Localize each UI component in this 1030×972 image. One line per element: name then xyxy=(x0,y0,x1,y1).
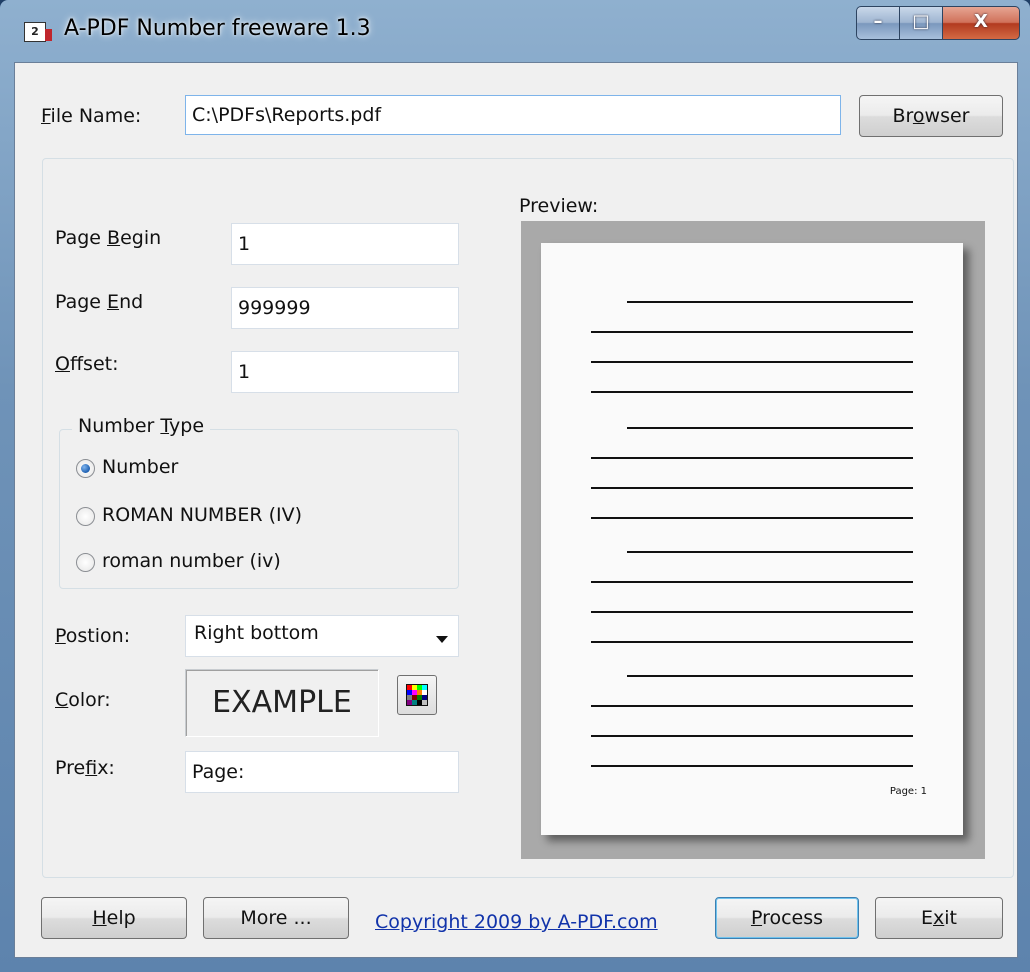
prefix-mnemonic: f xyxy=(85,757,98,779)
process-button[interactable]: Process xyxy=(715,897,859,939)
preview-page: Page: 1 xyxy=(541,243,963,835)
position-label-text: ostion: xyxy=(65,625,131,647)
copyright-link[interactable]: Copyright 2009 by A-PDF.com xyxy=(375,911,658,933)
color-example-preview: EXAMPLE xyxy=(185,669,379,737)
color-label-text: olor: xyxy=(68,689,111,711)
exit-mnemonic: x xyxy=(933,907,945,929)
preview-text-line xyxy=(591,735,913,737)
preview-text-line xyxy=(591,765,913,767)
browser-button[interactable]: Browser xyxy=(859,95,1003,137)
minimize-icon: – xyxy=(873,11,883,32)
help-mnemonic: H xyxy=(92,907,107,929)
number-type-legend-b: ype xyxy=(169,415,205,437)
browser-button-text-a: Br xyxy=(892,105,913,127)
exit-button-text-b: it xyxy=(944,907,957,929)
window-title: A-PDF Number freeware 1.3 xyxy=(64,16,371,41)
offset-input[interactable] xyxy=(231,351,459,393)
page-end-label-b: nd xyxy=(119,291,144,313)
app-icon: 2 xyxy=(24,22,52,42)
page-begin-label-b: egin xyxy=(120,227,162,249)
page-begin-label-a: Page xyxy=(55,227,108,249)
preview-text-line xyxy=(627,675,913,677)
radio-roman-lower-label: roman number (iv) xyxy=(102,550,281,572)
preview-text-line xyxy=(591,705,913,707)
preview-page-number: Page: 1 xyxy=(889,786,927,797)
close-icon: X xyxy=(974,11,988,32)
preview-text-line xyxy=(591,457,913,459)
number-type-group: Number Type Number ROMAN NUMBER (IV) rom… xyxy=(59,415,459,589)
preview-text-line xyxy=(591,641,913,643)
preview-text-line xyxy=(591,581,913,583)
maximize-button[interactable]: □ xyxy=(899,6,943,40)
prefix-label: Prefix: xyxy=(55,757,115,779)
preview-label: Preview: xyxy=(519,195,599,217)
page-begin-label: Page Begin xyxy=(55,227,161,249)
offset-mnemonic: O xyxy=(55,353,70,375)
preview-text-line xyxy=(591,487,913,489)
page-end-label-a: Page xyxy=(55,291,108,313)
process-mnemonic: P xyxy=(750,907,763,929)
page-end-mnemonic: E xyxy=(107,291,120,313)
preview-text-line xyxy=(591,361,913,363)
prefix-label-b: ix: xyxy=(97,757,115,779)
number-type-legend: Number Type xyxy=(72,415,211,437)
preview-text-line xyxy=(591,391,913,393)
chevron-down-icon[interactable] xyxy=(436,636,448,643)
radio-number-circle[interactable] xyxy=(76,459,95,478)
number-type-mnemonic: T xyxy=(160,415,170,437)
file-name-label: File Name: xyxy=(41,105,141,127)
dialog-client-area: File Name: Browser Page Begin Page End O… xyxy=(14,62,1018,958)
prefix-label-a: Pre xyxy=(55,757,86,779)
preview-frame: Page: 1 xyxy=(521,221,985,859)
position-mnemonic: P xyxy=(55,625,66,647)
radio-roman-upper-circle[interactable] xyxy=(76,507,95,526)
color-label: Color: xyxy=(55,689,111,711)
color-picker-button[interactable] xyxy=(397,675,437,715)
preview-text-line xyxy=(627,427,913,429)
preview-text-line xyxy=(591,517,913,519)
palette-icon xyxy=(406,684,428,706)
offset-label-text: ffset: xyxy=(69,353,119,375)
position-dropdown[interactable]: Right bottom xyxy=(185,615,459,657)
maximize-icon: □ xyxy=(912,11,930,32)
help-button-text: elp xyxy=(106,907,136,929)
file-name-input[interactable] xyxy=(185,95,841,135)
help-button[interactable]: Help xyxy=(41,897,187,939)
exit-button-text-a: E xyxy=(921,907,934,929)
page-begin-mnemonic: B xyxy=(107,227,121,249)
title-bar[interactable]: 2 A-PDF Number freeware 1.3 – □ X xyxy=(0,0,1030,62)
color-mnemonic: C xyxy=(55,689,69,711)
close-button[interactable]: X xyxy=(942,6,1020,40)
app-window: 2 A-PDF Number freeware 1.3 – □ X File N… xyxy=(0,0,1030,972)
preview-text-line xyxy=(627,301,913,303)
file-name-label-text: ile Name: xyxy=(50,105,142,127)
process-button-text: rocess xyxy=(762,907,824,929)
exit-button[interactable]: Exit xyxy=(875,897,1003,939)
browser-button-text-b: wser xyxy=(924,105,970,127)
radio-roman-upper-label: ROMAN NUMBER (IV) xyxy=(102,504,303,526)
browser-button-mnemonic: o xyxy=(912,105,925,127)
radio-number-label: Number xyxy=(102,456,179,478)
page-begin-input[interactable] xyxy=(231,223,459,265)
preview-text-line xyxy=(627,551,913,553)
number-type-legend-a: Number xyxy=(78,415,161,437)
minimize-button[interactable]: – xyxy=(856,6,900,40)
prefix-input[interactable] xyxy=(185,751,459,793)
preview-text-line xyxy=(591,331,913,333)
radio-roman-lower-circle[interactable] xyxy=(76,553,95,572)
position-label: Postion: xyxy=(55,625,130,647)
palette-swatch xyxy=(422,700,427,705)
more-button[interactable]: More ... xyxy=(203,897,349,939)
preview-text-line xyxy=(591,611,913,613)
position-selected-value: Right bottom xyxy=(194,622,319,644)
offset-label: Offset: xyxy=(55,353,119,375)
page-end-label: Page End xyxy=(55,291,143,313)
app-icon-text: 2 xyxy=(31,25,39,38)
page-end-input[interactable] xyxy=(231,287,459,329)
file-name-label-mnemonic: F xyxy=(41,105,51,127)
